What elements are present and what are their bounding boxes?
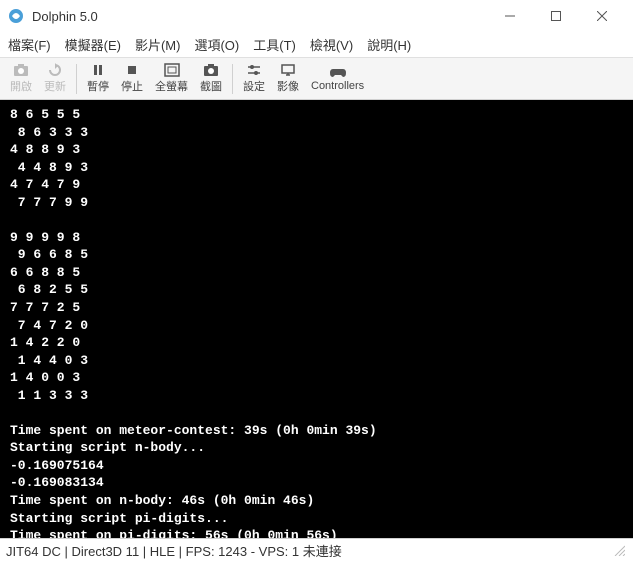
- menu-file[interactable]: 檔案(F): [8, 35, 51, 54]
- open-label: 開啟: [10, 78, 32, 94]
- refresh-label: 更新: [44, 78, 66, 94]
- minimize-button[interactable]: [487, 0, 533, 32]
- graphics-button[interactable]: 影像: [271, 61, 305, 96]
- settings-label: 設定: [243, 78, 265, 94]
- status-text: JIT64 DC | Direct3D 11 | HLE | FPS: 1243…: [6, 541, 342, 560]
- toolbar-separator: [232, 64, 233, 94]
- menu-options[interactable]: 選項(O): [194, 35, 239, 54]
- app-icon: [8, 8, 24, 24]
- screenshot-label: 截圖: [200, 78, 222, 94]
- screenshot-button[interactable]: 截圖: [194, 61, 228, 96]
- window-controls: [487, 0, 625, 32]
- monitor-icon: [280, 63, 296, 77]
- menubar: 檔案(F) 模擬器(E) 影片(M) 選項(O) 工具(T) 檢視(V) 說明(…: [0, 32, 633, 58]
- controllers-button[interactable]: Controllers: [305, 61, 370, 96]
- pause-button[interactable]: 暫停: [81, 61, 115, 96]
- gamepad-icon: [329, 65, 347, 79]
- sliders-icon: [246, 63, 262, 77]
- refresh-icon: [47, 63, 63, 77]
- resize-grip-icon[interactable]: [613, 544, 627, 558]
- settings-button[interactable]: 設定: [237, 61, 271, 96]
- controllers-label: Controllers: [311, 80, 364, 92]
- pause-icon: [91, 63, 105, 77]
- menu-tools[interactable]: 工具(T): [253, 35, 296, 54]
- fullscreen-label: 全螢幕: [155, 78, 188, 94]
- console-output: 8 6 5 5 5 8 6 3 3 3 4 8 8 9 3 4 4 8 9 3 …: [0, 100, 633, 538]
- pause-label: 暫停: [87, 78, 109, 94]
- graphics-label: 影像: [277, 78, 299, 94]
- stop-button[interactable]: 停止: [115, 61, 149, 96]
- menu-help[interactable]: 說明(H): [367, 35, 411, 54]
- maximize-button[interactable]: [533, 0, 579, 32]
- menu-emulator[interactable]: 模擬器(E): [65, 35, 121, 54]
- stop-label: 停止: [121, 78, 143, 94]
- menu-video[interactable]: 影片(M): [135, 35, 181, 54]
- screenshot-icon: [203, 63, 219, 77]
- fullscreen-button[interactable]: 全螢幕: [149, 61, 194, 96]
- window-title: Dolphin 5.0: [32, 9, 487, 24]
- close-button[interactable]: [579, 0, 625, 32]
- titlebar: Dolphin 5.0: [0, 0, 633, 32]
- camera-icon: [13, 63, 29, 77]
- stop-icon: [125, 63, 139, 77]
- statusbar: JIT64 DC | Direct3D 11 | HLE | FPS: 1243…: [0, 538, 633, 562]
- open-button[interactable]: 開啟: [4, 61, 38, 96]
- menu-view[interactable]: 檢視(V): [310, 35, 353, 54]
- toolbar-separator: [76, 64, 77, 94]
- toolbar: 開啟 更新 暫停 停止 全螢幕 截圖 設定: [0, 58, 633, 100]
- fullscreen-icon: [164, 63, 180, 77]
- refresh-button[interactable]: 更新: [38, 61, 72, 96]
